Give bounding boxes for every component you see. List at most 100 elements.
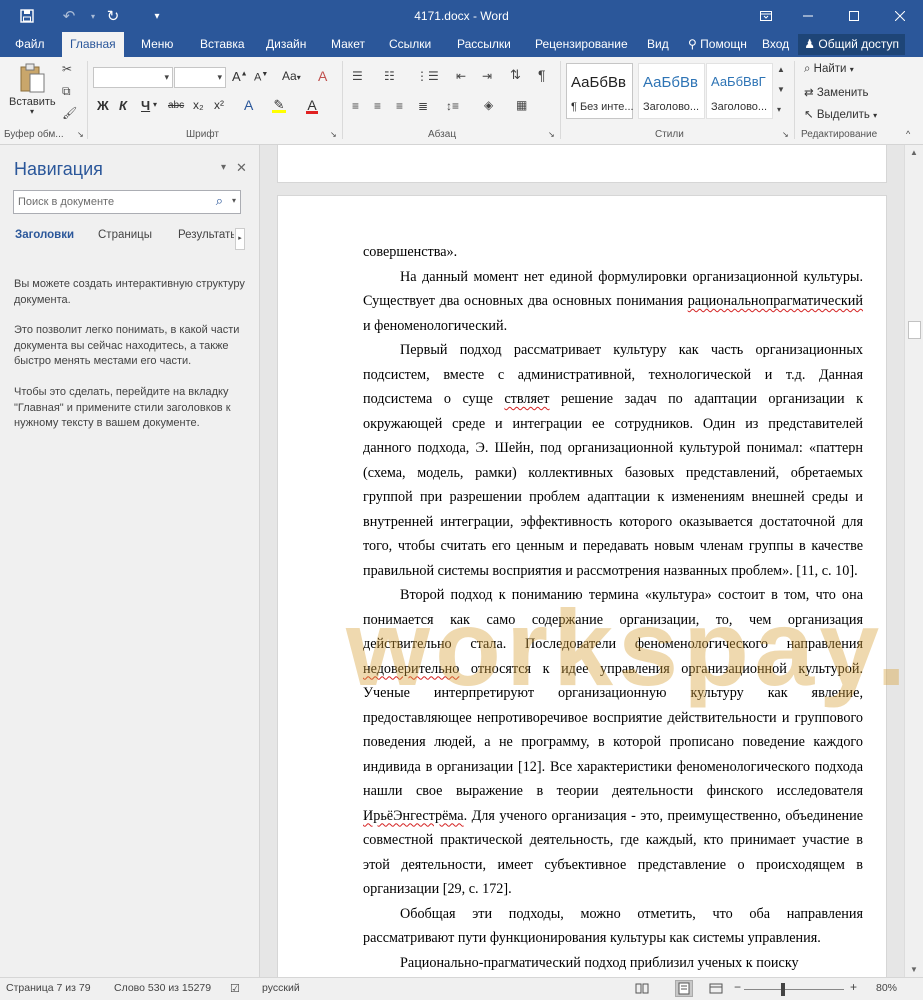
- align-right-icon[interactable]: ≡: [396, 99, 403, 113]
- scroll-down-icon[interactable]: ▼: [910, 965, 918, 974]
- show-marks-icon[interactable]: ¶: [538, 67, 546, 83]
- styles-more-icon[interactable]: ▾: [777, 105, 781, 114]
- scrollbar-thumb[interactable]: [908, 321, 921, 339]
- grow-font-button[interactable]: A▲: [232, 69, 248, 84]
- align-center-icon[interactable]: ≡: [374, 99, 381, 113]
- highlight-icon[interactable]: ✎: [272, 97, 286, 113]
- superscript-button[interactable]: x²: [214, 98, 224, 112]
- spelling-error[interactable]: недоверительно: [363, 661, 459, 677]
- document-area[interactable]: совершенства». На данный момент нет един…: [261, 145, 904, 977]
- font-name-field[interactable]: ▾: [93, 67, 173, 88]
- signin-button[interactable]: Вход: [754, 32, 797, 57]
- shrink-font-button[interactable]: A▼: [254, 71, 268, 84]
- read-mode-icon[interactable]: [633, 980, 651, 997]
- save-icon[interactable]: [12, 0, 42, 32]
- align-left-icon[interactable]: ≡: [352, 99, 359, 113]
- page-count[interactable]: Страница 7 из 79: [6, 982, 91, 994]
- justify-icon[interactable]: ≣: [418, 99, 428, 113]
- nav-tab-results[interactable]: Результать: [178, 229, 234, 241]
- change-case-button[interactable]: Aa▾: [282, 69, 301, 83]
- subscript-button[interactable]: x₂: [193, 98, 204, 112]
- chevron-down-icon[interactable]: ▾: [232, 196, 236, 205]
- copy-icon[interactable]: ⧉: [62, 84, 71, 99]
- chevron-right-icon[interactable]: ▸: [235, 228, 245, 250]
- cut-icon[interactable]: ✂: [62, 62, 72, 76]
- tab-insert[interactable]: Вставка: [192, 32, 253, 57]
- tab-view[interactable]: Вид: [639, 32, 677, 57]
- find-button[interactable]: ⌕ Найти ▾: [804, 63, 854, 76]
- maximize-icon[interactable]: [831, 0, 877, 32]
- chevron-down-icon[interactable]: ▾: [153, 100, 157, 109]
- styles-launcher-icon[interactable]: ↘: [782, 130, 789, 139]
- web-layout-icon[interactable]: [707, 980, 725, 997]
- spelling-error[interactable]: ИрьёЭнгестрёма: [363, 808, 464, 824]
- nav-options-icon[interactable]: ▾: [221, 162, 226, 173]
- zoom-slider-thumb[interactable]: [780, 983, 785, 996]
- nav-tab-pages[interactable]: Страницы: [98, 229, 152, 241]
- tab-file[interactable]: Файл: [7, 32, 53, 57]
- multilevel-list-icon[interactable]: ⋮☰: [416, 69, 439, 83]
- print-layout-icon[interactable]: [675, 980, 693, 997]
- style-heading-2[interactable]: АаБбВвГ Заголово...: [706, 63, 773, 119]
- paragraph-launcher-icon[interactable]: ↘: [548, 130, 555, 139]
- zoom-in-icon[interactable]: +: [850, 980, 857, 994]
- shading-icon[interactable]: ◈: [484, 98, 493, 112]
- tab-layout[interactable]: Макет: [323, 32, 373, 57]
- numbering-icon[interactable]: ☷: [384, 69, 395, 83]
- redo-icon[interactable]: ↻: [98, 0, 128, 32]
- style-heading-1[interactable]: АаБбВв Заголово...: [638, 63, 705, 119]
- close-icon[interactable]: [877, 0, 923, 32]
- tab-mailings[interactable]: Рассылки: [449, 32, 519, 57]
- italic-button[interactable]: К: [119, 98, 127, 113]
- bullets-icon[interactable]: ☰: [352, 69, 363, 83]
- zoom-slider[interactable]: [744, 989, 844, 990]
- word-count[interactable]: Слово 530 из 15279: [114, 982, 211, 994]
- vertical-scrollbar[interactable]: ▲ ▼: [904, 145, 923, 977]
- spelling-error[interactable]: ствляет: [504, 391, 549, 407]
- minimize-icon[interactable]: [785, 0, 831, 32]
- document-text[interactable]: совершенства». На данный момент нет един…: [363, 240, 863, 975]
- paste-button[interactable]: Вставить ▾: [9, 61, 56, 119]
- collapse-ribbon-icon[interactable]: ^: [906, 129, 910, 139]
- replace-button[interactable]: ⇄ Заменить: [804, 85, 869, 99]
- proofing-icon[interactable]: ☑: [230, 982, 240, 995]
- customize-icon[interactable]: ▾: [142, 0, 172, 32]
- styles-scroll-down-icon[interactable]: ▼: [777, 85, 785, 94]
- format-painter-icon[interactable]: 🖌: [62, 106, 77, 120]
- styles-scroll-up-icon[interactable]: ▲: [777, 65, 785, 74]
- underline-button[interactable]: Ч: [141, 98, 150, 113]
- document-page[interactable]: совершенства». На данный момент нет един…: [277, 195, 887, 977]
- tab-references[interactable]: Ссылки: [381, 32, 439, 57]
- borders-icon[interactable]: ▦: [516, 98, 527, 112]
- spelling-error[interactable]: рациональнопрагматический: [688, 293, 863, 309]
- nav-close-icon[interactable]: ✕: [236, 160, 247, 176]
- line-spacing-icon[interactable]: ↕≡: [446, 99, 459, 113]
- tab-home[interactable]: Главная: [62, 32, 124, 57]
- strikethrough-button[interactable]: abc: [168, 100, 184, 111]
- ribbon-display-icon[interactable]: [743, 0, 789, 32]
- language[interactable]: русский: [262, 982, 300, 994]
- zoom-out-icon[interactable]: −: [734, 980, 741, 994]
- sort-icon[interactable]: ⇅: [510, 67, 521, 83]
- tell-me-button[interactable]: ⚲ Помощн: [680, 32, 755, 57]
- scroll-up-icon[interactable]: ▲: [910, 148, 918, 157]
- nav-tab-headings[interactable]: Заголовки: [15, 229, 74, 241]
- share-button[interactable]: ♟ Общий доступ: [798, 34, 905, 55]
- tab-menu[interactable]: Меню: [133, 32, 181, 57]
- clipboard-launcher-icon[interactable]: ↘: [77, 130, 84, 139]
- bold-button[interactable]: Ж: [97, 98, 109, 113]
- text-effects-icon[interactable]: A: [244, 97, 253, 113]
- font-color-icon[interactable]: A: [306, 97, 318, 114]
- style-normal[interactable]: АаБбВв ¶ Без инте...: [566, 63, 634, 119]
- zoom-level[interactable]: 80%: [876, 982, 897, 994]
- font-size-field[interactable]: ▾: [174, 67, 226, 88]
- tab-review[interactable]: Рецензирование: [527, 32, 636, 57]
- clear-format-icon[interactable]: A: [318, 68, 327, 84]
- font-launcher-icon[interactable]: ↘: [330, 130, 337, 139]
- increase-indent-icon[interactable]: ⇥: [482, 69, 492, 83]
- search-input[interactable]: [18, 194, 208, 210]
- decrease-indent-icon[interactable]: ⇤: [456, 69, 466, 83]
- search-icon[interactable]: ⌕: [216, 193, 223, 209]
- select-button[interactable]: ↖ Выделить ▾: [804, 107, 877, 121]
- tab-design[interactable]: Дизайн: [258, 32, 314, 57]
